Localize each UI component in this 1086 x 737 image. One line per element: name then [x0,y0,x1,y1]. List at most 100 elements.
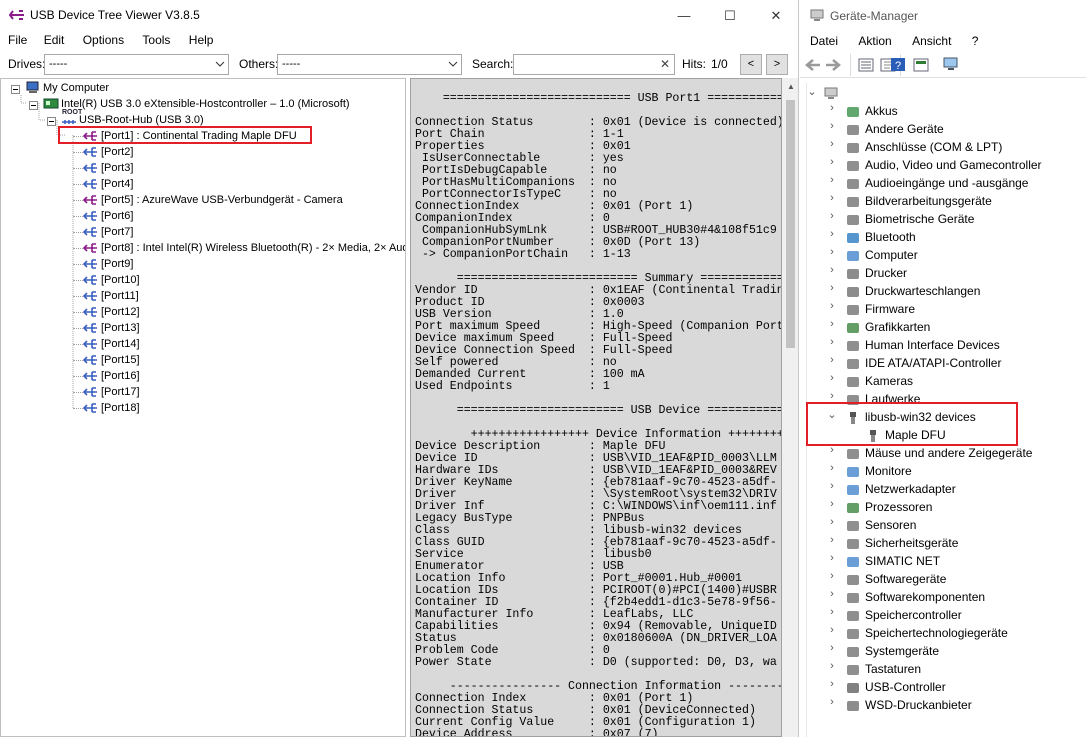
expand-icon[interactable]: › [827,264,837,282]
dm-category[interactable]: Bluetooth [845,228,916,246]
expand-icon[interactable]: › [827,336,837,354]
dm-menu-help[interactable]: ? [955,31,979,48]
menu-edit[interactable]: Edit [32,31,65,47]
menu-help[interactable]: Help [175,31,214,47]
expand-icon[interactable]: › [827,372,837,390]
dm-menu-ansicht[interactable]: Ansicht [895,31,951,48]
menu-options[interactable]: Options [69,31,124,47]
tree-node-port[interactable]: [Port6] [83,208,133,224]
expand-icon[interactable]: › [827,354,837,372]
collapse-icon[interactable] [11,83,20,97]
forward-icon[interactable] [825,58,841,75]
tree-node-port[interactable]: [Port10] [83,272,140,288]
info-scrollbar[interactable]: ▲ [782,78,798,737]
dm-category[interactable]: Monitore [845,462,912,480]
expand-icon[interactable]: › [827,570,837,588]
dm-category[interactable]: SIMATIC NET [845,552,940,570]
tree-node-port[interactable]: [Port16] [83,368,140,384]
close-button[interactable]: ✕ [753,0,798,31]
dm-category[interactable]: Druckwarteschlangen [845,282,980,300]
expand-icon[interactable]: › [827,318,837,336]
dm-category[interactable]: Mäuse und andere Zeigegeräte [845,444,1032,462]
dm-category[interactable]: Sensoren [845,516,916,534]
tree-node-port[interactable]: [Port5] : AzureWave USB-Verbundgerät - C… [83,192,343,208]
dm-category[interactable]: Prozessoren [845,498,932,516]
tree-node-port[interactable]: [Port8] : Intel Intel(R) Wireless Blueto… [83,240,405,256]
previous-hit-button[interactable]: < [740,54,762,75]
tree-node-port[interactable]: [Port7] [83,224,133,240]
collapse-root-icon[interactable]: ⌄ [807,85,817,103]
collapse-icon[interactable] [29,99,38,113]
expand-icon[interactable]: › [827,300,837,318]
tree-node-port[interactable]: [Port11] [83,288,139,304]
dm-category[interactable]: Systemgeräte [845,642,939,660]
search-input[interactable]: ✕ [513,54,675,75]
dm-category[interactable]: Kameras [845,372,913,390]
expand-icon[interactable]: › [827,624,837,642]
tree-node-port[interactable]: [Port9] [83,256,133,272]
tree-node-port[interactable]: [Port18] [83,400,140,416]
dm-menu-datei[interactable]: Datei [800,31,838,48]
dm-category[interactable]: Audio, Video und Gamecontroller [845,156,1042,174]
dm-category[interactable]: Andere Geräte [845,120,944,138]
expand-icon[interactable]: › [827,588,837,606]
back-icon[interactable] [805,58,821,75]
expand-icon[interactable]: › [827,462,837,480]
dm-category[interactable]: Bildverarbeitungsgeräte [845,192,992,210]
tree-node-port[interactable]: [Port3] [83,160,133,176]
dm-category[interactable]: Grafikkarten [845,318,930,336]
scrollbar-thumb[interactable] [786,100,795,348]
dm-category[interactable]: Netzwerkadapter [845,480,956,498]
dm-category[interactable]: Firmware [845,300,915,318]
dm-category[interactable]: Audioeingänge und -ausgänge [845,174,1028,192]
device-tree[interactable]: My Computer Intel(R) USB 3.0 eXtensible-… [0,78,406,737]
dm-category[interactable]: Speichercontroller [845,606,962,624]
expand-icon[interactable]: › [827,138,837,156]
expand-icon[interactable]: › [827,498,837,516]
tree-node-port[interactable]: [Port2] [83,144,133,160]
dm-category[interactable]: Softwarekomponenten [845,588,985,606]
dm-category[interactable]: Tastaturen [845,660,921,678]
help-icon[interactable]: ? [890,57,906,75]
drives-select[interactable]: ----- [44,54,229,75]
dm-category[interactable]: Speichertechnologiegeräte [845,624,1008,642]
expand-icon[interactable]: › [827,120,837,138]
dm-category[interactable]: WSD-Druckanbieter [845,696,972,714]
expand-icon[interactable]: › [827,282,837,300]
dm-category[interactable]: Softwaregeräte [845,570,946,588]
dm-category[interactable]: Anschlüsse (COM & LPT) [845,138,1002,156]
others-select[interactable]: ----- [277,54,462,75]
dm-category[interactable]: Human Interface Devices [845,336,1000,354]
scan-hardware-icon[interactable] [943,57,959,75]
expand-icon[interactable]: › [827,552,837,570]
expand-icon[interactable]: › [827,606,837,624]
menu-file[interactable]: File [0,31,27,47]
tree-node-port[interactable]: [Port14] [83,336,140,352]
expand-icon[interactable]: › [827,444,837,462]
expand-icon[interactable]: › [827,246,837,264]
expand-icon[interactable]: › [827,480,837,498]
tree-node-port[interactable]: [Port12] [83,304,140,320]
expand-icon[interactable]: › [827,516,837,534]
dm-category[interactable]: Sicherheitsgeräte [845,534,958,552]
expand-icon[interactable]: › [827,174,837,192]
view-list-icon[interactable] [913,58,929,75]
scroll-up-icon[interactable]: ▲ [787,82,795,91]
tree-node-host-controller[interactable]: Intel(R) USB 3.0 eXtensible-Hostcontroll… [43,96,350,112]
show-hide-tree-icon[interactable] [858,58,874,75]
expand-icon[interactable]: › [827,156,837,174]
expand-icon[interactable]: › [827,192,837,210]
clear-search-icon[interactable]: ✕ [660,57,670,71]
expand-icon[interactable]: › [827,678,837,696]
tree-node-port[interactable]: [Port15] [83,352,140,368]
collapse-icon[interactable] [47,115,56,129]
dm-category[interactable]: IDE ATA/ATAPI-Controller [845,354,1001,372]
minimize-button[interactable]: — [661,0,707,31]
dm-menu-aktion[interactable]: Aktion [841,31,891,48]
dm-category[interactable]: Biometrische Geräte [845,210,974,228]
port-info-panel[interactable]: =========================== USB Port1 ==… [410,78,782,737]
next-hit-button[interactable]: > [766,54,788,75]
expand-icon[interactable]: › [827,102,837,120]
dm-category[interactable]: Drucker [845,264,907,282]
maximize-button[interactable]: ☐ [707,0,753,31]
